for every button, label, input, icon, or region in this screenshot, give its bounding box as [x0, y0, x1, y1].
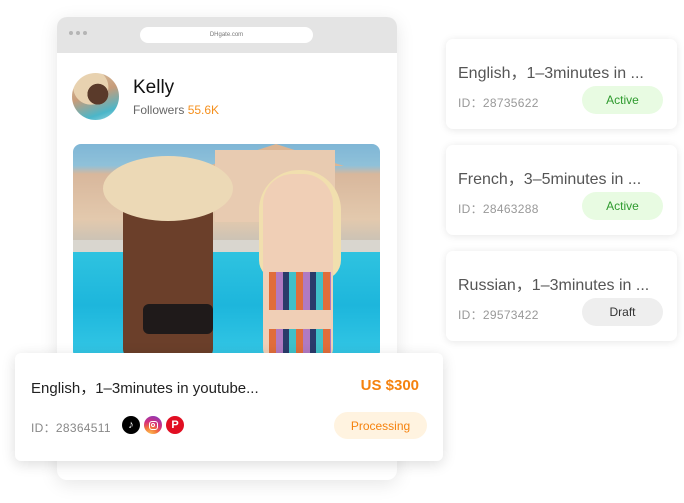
status-badge-processing: Processing [334, 412, 427, 439]
task-id: ID：29573422 [458, 308, 539, 322]
influencer-profile: Kelly Followers 55.6K [72, 73, 219, 120]
photo-swimsuit-top [269, 272, 331, 310]
avatar[interactable] [72, 73, 119, 120]
status-badge-active: Active [582, 192, 663, 220]
followers-label: Followers [133, 102, 185, 117]
status-badge-active: Active [582, 86, 663, 114]
task-card[interactable]: Russian，1–3minutes in ... ID：29573422 Dr… [446, 251, 677, 341]
task-title: Russian，1–3minutes in ... [458, 277, 650, 294]
instagram-icon [144, 416, 162, 434]
order-id: ID：28364511 [31, 421, 111, 435]
order-card[interactable]: English，1–3minutes in youtube... US $300… [15, 353, 443, 461]
window-dot-icon [83, 31, 87, 35]
task-title: English，1–3minutes in ... [458, 65, 644, 82]
window-dot-icon [69, 31, 73, 35]
status-badge-draft: Draft [582, 298, 663, 326]
task-id: ID：28463288 [458, 202, 539, 216]
task-card[interactable]: French，3–5minutes in ... ID：28463288 Act… [446, 145, 677, 235]
window-controls [69, 31, 87, 35]
window-dot-icon [76, 31, 80, 35]
task-card[interactable]: English，1–3minutes in ... ID：28735622 Ac… [446, 39, 677, 129]
platform-icons: ♪ P [122, 416, 184, 434]
photo-sun-hat [103, 156, 233, 221]
profile-photo [73, 144, 380, 359]
followers-count: 55.6K [187, 102, 220, 117]
browser-toolbar: DHgate.com [57, 17, 397, 53]
order-title: English，1–3minutes in youtube... [31, 380, 259, 397]
task-title: French，3–5minutes in ... [458, 171, 642, 188]
pinterest-icon: P [166, 416, 184, 434]
address-bar[interactable]: DHgate.com [140, 27, 313, 43]
task-id: ID：28735622 [458, 96, 539, 110]
order-price: US $300 [360, 377, 419, 394]
profile-name: Kelly [133, 76, 175, 98]
tiktok-icon: ♪ [122, 416, 140, 434]
followers-info: Followers 55.6K [133, 103, 219, 117]
photo-swimsuit-dark [143, 304, 213, 334]
